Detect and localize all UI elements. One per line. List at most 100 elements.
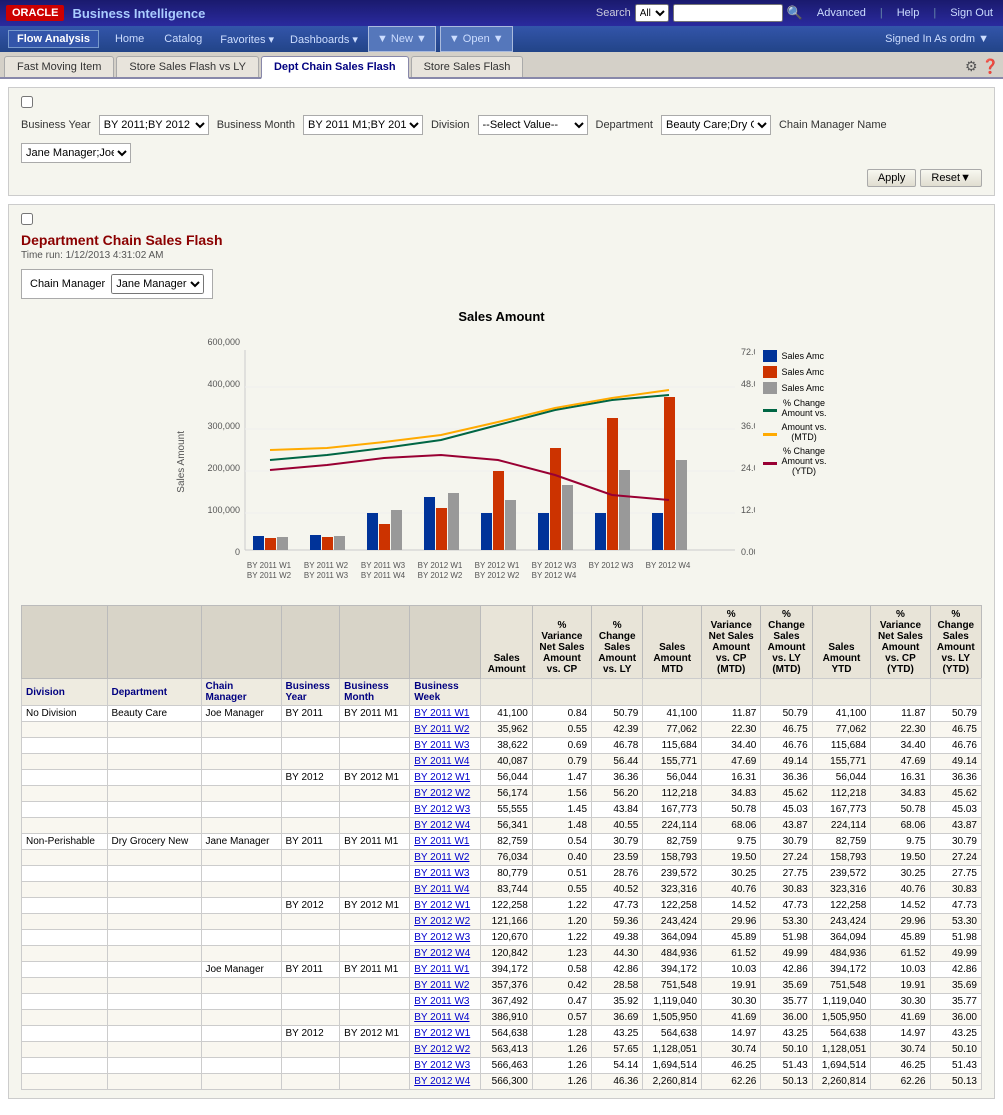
week-link[interactable]: BY 2012 W3	[414, 1060, 470, 1071]
col-division[interactable]: Division	[22, 679, 108, 706]
department-select[interactable]: Beauty Care;Dry Gr	[661, 115, 771, 135]
week-link[interactable]: BY 2012 W2	[414, 916, 470, 927]
table-cell[interactable]: BY 2012 W3	[410, 930, 481, 946]
page-options-icon[interactable]: ⚙	[965, 58, 978, 75]
table-cell[interactable]: BY 2011 W2	[410, 850, 481, 866]
table-cell[interactable]: BY 2011 W2	[410, 722, 481, 738]
table-cell: 28.58	[592, 978, 643, 994]
week-link[interactable]: BY 2011 W3	[414, 740, 469, 751]
table-cell[interactable]: BY 2011 W4	[410, 1010, 481, 1026]
tab-dept-chain[interactable]: Dept Chain Sales Flash	[261, 56, 409, 79]
week-link[interactable]: BY 2011 W1	[414, 836, 469, 847]
table-cell: 50.79	[592, 706, 643, 722]
table-cell[interactable]: BY 2011 W3	[410, 738, 481, 754]
col-cm[interactable]: ChainManager	[201, 679, 281, 706]
table-cell[interactable]: BY 2011 W4	[410, 882, 481, 898]
week-link[interactable]: BY 2012 W2	[414, 1044, 470, 1055]
bar	[448, 493, 459, 550]
tab-fast-moving[interactable]: Fast Moving Item	[4, 56, 114, 77]
week-link[interactable]: BY 2012 W1	[414, 772, 470, 783]
svg-text:BY 2012 W1: BY 2012 W1	[475, 561, 520, 570]
table-cell[interactable]: BY 2011 W3	[410, 994, 481, 1010]
table-cell[interactable]: BY 2012 W2	[410, 1042, 481, 1058]
week-link[interactable]: BY 2012 W4	[414, 948, 470, 959]
apply-button[interactable]: Apply	[867, 169, 917, 187]
report-checkbox[interactable]	[21, 213, 33, 225]
week-link[interactable]: BY 2011 W2	[414, 852, 469, 863]
col-by[interactable]: BusinessYear	[281, 679, 340, 706]
week-link[interactable]: BY 2012 W3	[414, 932, 470, 943]
table-row: BY 2012 W4566,3001.2646.362,260,81462.26…	[22, 1074, 982, 1090]
favorites-dropdown[interactable]: Favorites ▾	[214, 26, 280, 52]
reset-button[interactable]: Reset▼	[920, 169, 982, 187]
table-cell[interactable]: BY 2011 W1	[410, 706, 481, 722]
week-link[interactable]: BY 2012 W1	[414, 1028, 470, 1039]
col-dept[interactable]: Department	[107, 679, 201, 706]
help-icon[interactable]: ❓	[982, 58, 999, 75]
help-link[interactable]: Help	[893, 7, 924, 19]
filter-checkbox[interactable]	[21, 96, 33, 108]
week-link[interactable]: BY 2011 W2	[414, 980, 469, 991]
advanced-link[interactable]: Advanced	[813, 7, 870, 19]
table-cell[interactable]: BY 2011 W1	[410, 962, 481, 978]
week-link[interactable]: BY 2012 W3	[414, 804, 470, 815]
table-cell: 243,424	[812, 914, 871, 930]
table-cell[interactable]: BY 2011 W4	[410, 754, 481, 770]
week-link[interactable]: BY 2011 W4	[414, 1012, 469, 1023]
search-input[interactable]	[673, 4, 783, 22]
table-cell	[201, 946, 281, 962]
table-cell[interactable]: BY 2012 W3	[410, 802, 481, 818]
bar	[493, 471, 504, 550]
home-link[interactable]: Home	[107, 26, 152, 52]
open-dropdown[interactable]: ▼ Open ▼	[440, 26, 513, 52]
table-cell[interactable]: BY 2012 W4	[410, 1074, 481, 1090]
week-link[interactable]: BY 2012 W4	[414, 820, 470, 831]
table-cell[interactable]: BY 2011 W1	[410, 834, 481, 850]
table-cell: 0.40	[532, 850, 591, 866]
table-cell[interactable]: BY 2012 W1	[410, 898, 481, 914]
signed-in-dropdown[interactable]: Signed In As ordm ▼	[879, 26, 995, 52]
week-link[interactable]: BY 2012 W1	[414, 900, 470, 911]
table-cell[interactable]: BY 2012 W2	[410, 786, 481, 802]
table-cell[interactable]: BY 2012 W1	[410, 1026, 481, 1042]
table-cell[interactable]: BY 2012 W2	[410, 914, 481, 930]
week-link[interactable]: BY 2011 W3	[414, 868, 469, 879]
col-bm[interactable]: BusinessMonth	[340, 679, 410, 706]
week-link[interactable]: BY 2011 W1	[414, 708, 469, 719]
week-link[interactable]: BY 2011 W2	[414, 724, 469, 735]
table-cell[interactable]: BY 2011 W3	[410, 866, 481, 882]
table-cell[interactable]: BY 2012 W4	[410, 946, 481, 962]
table-cell[interactable]: BY 2011 W2	[410, 978, 481, 994]
week-link[interactable]: BY 2011 W1	[414, 964, 469, 975]
catalog-link[interactable]: Catalog	[156, 26, 210, 52]
table-cell[interactable]: BY 2012 W1	[410, 770, 481, 786]
chain-manager-filter-select[interactable]: Jane Manager	[111, 274, 204, 294]
table-cell[interactable]: BY 2012 W3	[410, 1058, 481, 1074]
table-cell	[281, 946, 340, 962]
dashboards-dropdown[interactable]: Dashboards ▾	[284, 26, 364, 52]
chain-manager-select[interactable]: Jane Manager;Joe M	[21, 143, 131, 163]
tab-store-sales[interactable]: Store Sales Flash vs LY	[116, 56, 259, 77]
week-link[interactable]: BY 2011 W3	[414, 996, 469, 1007]
search-icon[interactable]: 🔍	[787, 5, 803, 21]
table-cell: 30.79	[930, 834, 981, 850]
table-cell	[340, 818, 410, 834]
business-year-select[interactable]: BY 2011;BY 2012	[99, 115, 209, 135]
week-link[interactable]: BY 2012 W2	[414, 788, 470, 799]
tab-store-flash[interactable]: Store Sales Flash	[411, 56, 524, 77]
table-cell	[340, 1042, 410, 1058]
week-link[interactable]: BY 2011 W4	[414, 756, 469, 767]
table-cell: 47.73	[761, 898, 812, 914]
bar	[322, 537, 333, 550]
week-link[interactable]: BY 2012 W4	[414, 1076, 470, 1087]
table-cell[interactable]: BY 2012 W4	[410, 818, 481, 834]
new-dropdown[interactable]: ▼ New ▼	[368, 26, 436, 52]
business-month-select[interactable]: BY 2011 M1;BY 2012	[303, 115, 423, 135]
col-bw[interactable]: BusinessWeek	[410, 679, 481, 706]
search-scope-select[interactable]: All	[635, 4, 669, 22]
week-link[interactable]: BY 2011 W4	[414, 884, 469, 895]
sign-out-link[interactable]: Sign Out	[946, 7, 997, 19]
table-cell	[22, 994, 108, 1010]
division-select[interactable]: --Select Value--	[478, 115, 588, 135]
svg-text:600,000: 600,000	[208, 337, 241, 347]
